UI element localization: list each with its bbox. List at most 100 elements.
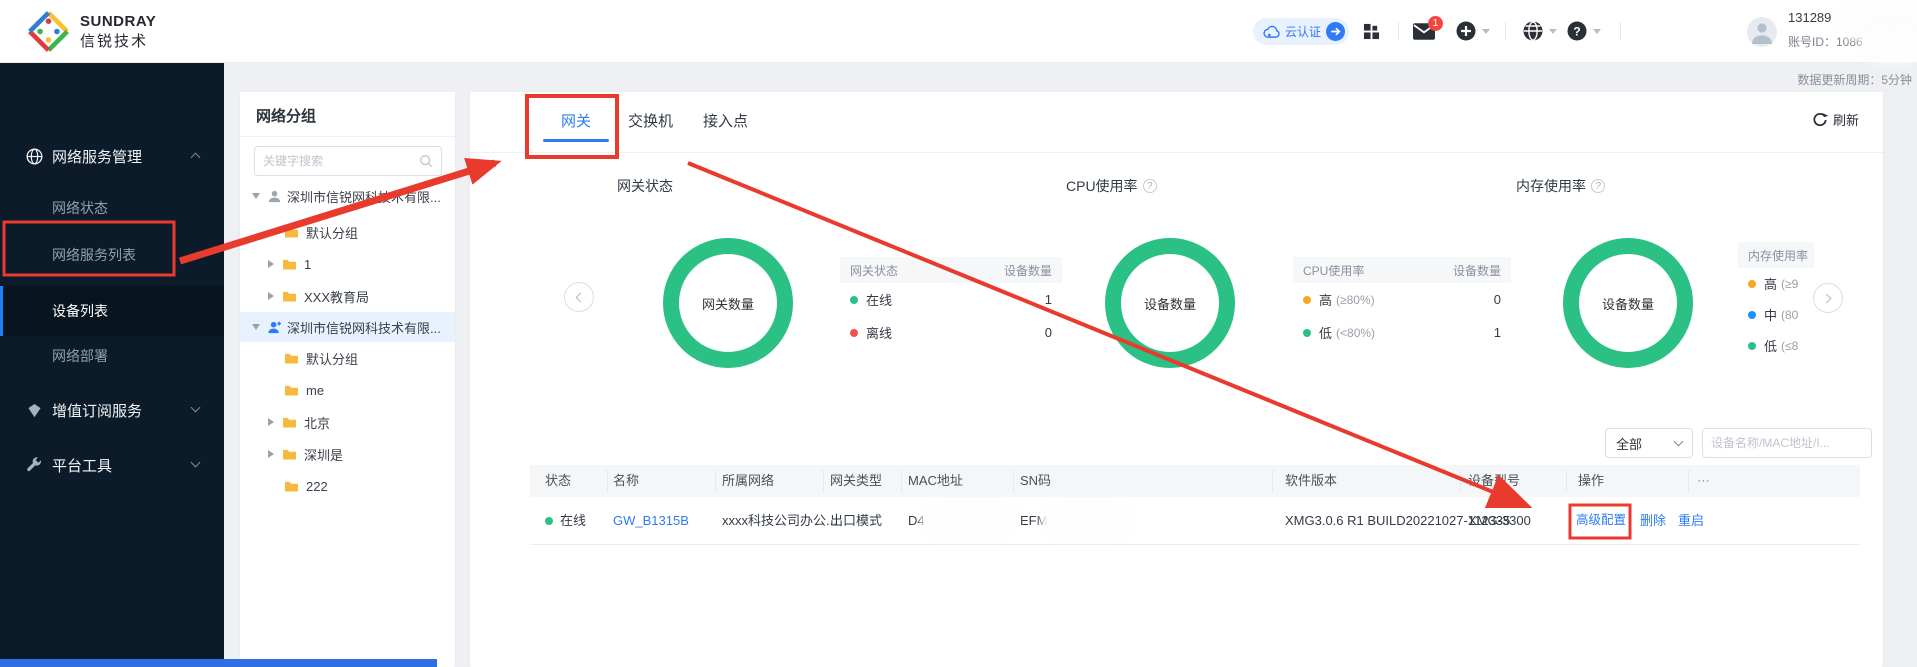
tree-expand-icon[interactable] — [252, 193, 260, 199]
sidebar-group-network-services[interactable]: 网络服务管理 — [0, 138, 224, 174]
arrow-right-icon — [1326, 22, 1346, 41]
tree-expand-icon[interactable] — [268, 450, 274, 458]
legend-row-offline: 离线 0 — [840, 316, 1062, 349]
device-search-input[interactable] — [1711, 436, 1866, 450]
sidebar-item-network-deploy[interactable]: 网络部署 — [0, 341, 224, 371]
table-row-network: xxxx科技公司办公... — [722, 513, 837, 528]
tree-node-default-group-1[interactable]: 默认分组 — [240, 217, 455, 247]
legend-col-label: 设备数量 — [1452, 263, 1501, 278]
col-header-status[interactable]: 状态 — [545, 465, 571, 497]
help-icon[interactable] — [1142, 179, 1157, 193]
apps-grid-icon[interactable] — [1363, 23, 1380, 40]
tree-node-org2-selected[interactable]: 深圳市信锐网科技术有限... — [240, 312, 455, 342]
col-header-more[interactable]: ⋯ — [1697, 465, 1712, 497]
person-icon — [268, 321, 281, 333]
tab-access-point[interactable]: 接入点 — [703, 110, 748, 131]
tree-search-input[interactable] — [263, 154, 419, 168]
legend-col-label: 网关状态 — [850, 263, 899, 278]
col-header-version[interactable]: 软件版本 — [1285, 465, 1337, 497]
create-menu-button[interactable] — [1456, 21, 1490, 41]
tree-node-xxx-education[interactable]: XXX教育局 — [240, 281, 455, 311]
avatar[interactable] — [1747, 17, 1777, 52]
col-header-sn[interactable]: SN码 — [1020, 465, 1051, 497]
col-header-model[interactable]: 设备型号 — [1468, 465, 1520, 497]
cloud-auth-label: 云认证 — [1285, 25, 1322, 39]
tree-node-org1[interactable]: 深圳市信锐网科技术有限... — [240, 181, 455, 211]
legend-row-online: 在线 1 — [840, 283, 1062, 316]
tree-node-shenzhen[interactable]: 深圳是 — [240, 439, 455, 469]
tree-node-beijing[interactable]: 北京 — [240, 407, 455, 437]
status-dot — [1748, 279, 1756, 288]
online-dot — [545, 516, 553, 525]
tree-expand-icon[interactable] — [268, 418, 274, 426]
help-icon[interactable] — [1591, 179, 1605, 193]
reboot-button[interactable]: 重启 — [1678, 497, 1704, 544]
sidebar-item-network-status[interactable]: 网络状态 — [0, 193, 224, 223]
tree-expand-icon[interactable] — [268, 292, 274, 300]
tree-node-label: 1 — [304, 256, 312, 272]
user-name[interactable]: 131289 — [1788, 10, 1831, 25]
sidebar-item-device-list[interactable]: 设备列表 — [0, 286, 224, 336]
tree-expand-icon[interactable] — [268, 260, 274, 268]
tree-expand-icon[interactable] — [252, 324, 260, 330]
legend-col-label: CPU使用率 — [1303, 263, 1365, 278]
folder-icon — [283, 449, 296, 460]
legend-value: 0 — [1493, 292, 1501, 307]
legend-row-high: 高 (≥9 — [1738, 268, 1814, 299]
table-row-model: XMG-3300 — [1468, 513, 1531, 528]
plus-circle-icon — [1456, 21, 1476, 41]
sidebar-group-label: 增值订阅服务 — [52, 402, 143, 420]
sidebar-group-platform-tools[interactable]: 平台工具 — [0, 447, 224, 483]
col-header-name[interactable]: 名称 — [613, 465, 639, 497]
chart-title-gateway-status: 网关状态 — [617, 178, 673, 194]
chevron-down-icon — [190, 402, 201, 413]
tree-node-222[interactable]: 222 — [240, 471, 455, 501]
delete-button[interactable]: 删除 — [1640, 497, 1666, 544]
search-icon — [420, 155, 433, 168]
donut-center-label: 设备数量 — [1143, 296, 1196, 312]
folder-icon — [285, 227, 298, 238]
sidebar-item-network-service-list[interactable]: 网络服务列表 — [0, 240, 224, 270]
table-row-mac: D4 — [908, 513, 925, 528]
folder-icon — [283, 291, 296, 302]
tab-gateway[interactable]: 网关 — [561, 110, 591, 131]
help-menu-button[interactable]: ? — [1567, 21, 1601, 41]
messages-button[interactable]: 1 — [1413, 16, 1443, 40]
chevron-down-icon — [1482, 28, 1490, 34]
sidebar-group-label: 网络服务管理 — [52, 148, 143, 166]
sidebar: 网络服务管理 网络状态 网络服务列表 设备列表 网络部署 增值订阅服务 平台工具 — [0, 63, 224, 667]
tree-node-default-group-2[interactable]: 默认分组 — [240, 343, 455, 373]
cloud-icon — [1263, 25, 1280, 38]
tree-node-me[interactable]: me — [240, 375, 455, 405]
col-header-mac[interactable]: MAC地址 — [908, 465, 963, 497]
chart-title-cpu-usage: CPU使用率 — [1066, 176, 1157, 196]
col-header-actions[interactable]: 操作 — [1578, 465, 1604, 497]
diamond-icon — [28, 403, 41, 417]
advanced-config-button[interactable]: 高级配置 — [1576, 497, 1626, 544]
carousel-prev-button[interactable] — [564, 282, 594, 312]
tree-node-label: 深圳市信锐网科技术有限... — [287, 320, 441, 336]
tree-node-label: 默认分组 — [306, 225, 359, 241]
table-row-border — [530, 544, 1860, 545]
legend-row-mid: 中 (80 — [1738, 299, 1814, 330]
col-header-gateway-type[interactable]: 网关类型 — [830, 465, 882, 497]
status-dot — [1748, 341, 1756, 350]
col-header-network[interactable]: 所属网络 — [722, 465, 774, 497]
sidebar-item-label: 网络状态 — [52, 200, 108, 216]
status-dot — [850, 328, 858, 337]
tree-node-1[interactable]: 1 — [240, 249, 455, 279]
legend-col-label: 设备数量 — [1003, 263, 1052, 278]
chevron-up-icon — [190, 152, 201, 163]
filter-select[interactable]: 全部 — [1605, 428, 1693, 458]
carousel-next-button[interactable] — [1813, 283, 1843, 313]
language-menu-button[interactable] — [1523, 21, 1557, 41]
legend-gateway-status: 网关状态 设备数量 在线 1 离线 0 — [840, 257, 1062, 349]
device-name-link[interactable]: GW_B1315B — [613, 497, 689, 544]
legend-row-low: 低 (<80%) 1 — [1293, 316, 1511, 349]
refresh-button[interactable]: 刷新 — [1812, 110, 1859, 129]
tab-switch[interactable]: 交换机 — [628, 110, 673, 131]
status-dot — [1303, 295, 1311, 304]
question-icon: ? — [1567, 21, 1587, 41]
sidebar-group-subscription[interactable]: 增值订阅服务 — [0, 392, 224, 428]
cloud-auth-button[interactable]: 云认证 — [1253, 18, 1350, 45]
